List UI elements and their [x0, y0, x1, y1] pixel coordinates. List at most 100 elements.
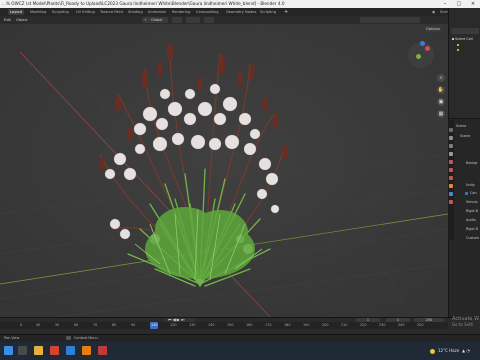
properties-header: Scene [456, 124, 467, 128]
close-icon[interactable]: × [466, 0, 480, 8]
3d-viewport[interactable]: ⌕ ✋ ▣ ▦ [0, 24, 448, 317]
frame-tick: 140 [208, 323, 215, 327]
tray-icons[interactable]: ▲ ◔ [462, 348, 470, 353]
tab-scripting[interactable]: Scripting [258, 9, 278, 15]
weather-icon[interactable] [430, 349, 435, 354]
window-title: ...% OWCZ (st Model\Plants\Fi_Ready to U… [2, 1, 285, 6]
properties-section[interactable]: Can [470, 191, 477, 195]
frame-tick: 70 [93, 323, 98, 327]
outliner-item[interactable]: Scene Coll [455, 37, 473, 41]
tab-compositing[interactable]: Compositing [194, 9, 221, 15]
status-context-menu: Context Menu [74, 336, 98, 340]
options-dropdown[interactable]: Options [424, 26, 442, 32]
camera-icon[interactable]: ▣ [437, 98, 445, 106]
properties-section[interactable]: Rigid D [466, 227, 478, 231]
properties-section[interactable]: Custom [466, 236, 479, 240]
app-icon[interactable] [50, 346, 59, 355]
proportional-edit-icon[interactable] [204, 17, 214, 23]
frame-tick: 90 [131, 323, 136, 327]
frame-tick: 160 [246, 323, 253, 327]
tool-tab-icon[interactable] [449, 128, 453, 132]
maximize-icon[interactable]: □ [452, 0, 466, 8]
tab-rendering[interactable]: Rendering [170, 9, 192, 15]
pan-hand-icon[interactable]: ✋ [437, 86, 445, 94]
frame-tick: 130 [189, 323, 196, 327]
app-icon[interactable] [66, 346, 75, 355]
frame-tick: 40 [36, 323, 41, 327]
outliner-filter-input[interactable] [451, 28, 479, 34]
grid-icon[interactable]: ▦ [437, 110, 445, 118]
tab-sculpting[interactable]: Sculpting [50, 9, 71, 15]
mouse-icon [66, 336, 71, 340]
title-bar: ...% OWCZ (st Model\Plants\Fi_Ready to U… [0, 0, 480, 8]
properties-section[interactable]: Rigid B [466, 209, 478, 213]
scene-icon[interactable]: ◉ [430, 9, 437, 15]
render-tab-icon[interactable] [449, 136, 453, 140]
search-icon[interactable] [18, 346, 27, 355]
activate-line2: Go to Setti [452, 322, 474, 327]
tab-uv-editing[interactable]: UV Editing [74, 9, 97, 15]
frame-tick: 190 [303, 323, 310, 327]
tab-modeling[interactable]: Modeling [28, 9, 48, 15]
weather-text[interactable]: 12°C Haze [438, 348, 459, 353]
status-pan-view: Pan View [4, 336, 20, 340]
plant-grass-mass [145, 207, 255, 279]
current-frame-marker[interactable]: 110 [150, 322, 159, 329]
frame-tick: 240 [398, 323, 405, 327]
properties-section[interactable]: Scene [460, 134, 470, 138]
properties-field[interactable]: Backgr [466, 161, 478, 165]
frame-tick: 200 [322, 323, 329, 327]
object-tab-icon[interactable] [449, 184, 453, 188]
checkbox-checked[interactable] [465, 192, 468, 195]
gizmo-y-axis-icon[interactable] [416, 54, 421, 59]
activate-windows-watermark: Activate W Go to Setti [452, 316, 479, 328]
frame-tick: 150 [227, 323, 234, 327]
mode-menu[interactable]: Edit [4, 17, 11, 23]
zoom-icon[interactable]: ⌕ [437, 74, 445, 82]
frame-tick: 220 [360, 323, 367, 327]
tab-animation[interactable]: Animation [146, 9, 168, 15]
app-icon[interactable] [98, 346, 107, 355]
viewport-scene [0, 24, 448, 317]
add-workspace-icon[interactable]: + [282, 9, 290, 15]
frame-tick: 50 [55, 323, 60, 327]
properties-tabs [448, 120, 454, 240]
shading-toolbar[interactable] [360, 17, 420, 23]
frame-tick: 170 [265, 323, 272, 327]
frame-tick: 80 [112, 323, 117, 327]
frame-tick: 0 [20, 323, 23, 327]
object-icon [457, 44, 459, 46]
pivot-icon[interactable] [172, 17, 182, 23]
collection-tab-icon[interactable] [449, 176, 453, 180]
tab-texture-paint[interactable]: Texture Paint [98, 9, 125, 15]
collection-icon [452, 38, 454, 40]
file-explorer-icon[interactable] [34, 346, 43, 355]
scene-tab-icon[interactable] [449, 160, 453, 164]
modifier-tab-icon[interactable] [449, 192, 453, 196]
outliner-panel: Scene Coll [448, 8, 480, 118]
frame-tick: 250 [417, 323, 424, 327]
properties-section[interactable]: Audio [466, 218, 476, 222]
frame-tick: 60 [74, 323, 79, 327]
tab-layout[interactable]: Layout [8, 9, 25, 15]
frame-tick: 230 [379, 323, 386, 327]
snap-icon[interactable] [186, 17, 200, 23]
start-icon[interactable] [4, 346, 13, 355]
minimize-icon[interactable]: – [438, 0, 452, 8]
object-menu[interactable]: Object [16, 17, 28, 23]
tab-geometry-nodes[interactable]: Geometry Nodes [224, 9, 258, 15]
frame-tick: 210 [341, 323, 348, 327]
view-layer-tab-icon[interactable] [449, 152, 453, 156]
properties-section[interactable]: Unity [466, 183, 475, 187]
frame-tick: 180 [284, 323, 291, 327]
object-icon [457, 49, 459, 51]
blender-icon[interactable] [82, 346, 91, 355]
axis-icon: ⊹ [144, 18, 148, 22]
world-tab-icon[interactable] [449, 168, 453, 172]
properties-section[interactable]: Simula [466, 200, 478, 204]
gizmo-x-axis-icon[interactable] [425, 46, 430, 51]
output-tab-icon[interactable] [449, 144, 453, 148]
tab-shading[interactable]: Shading [126, 9, 145, 15]
particles-tab-icon[interactable] [449, 200, 453, 204]
gizmo-z-axis-icon[interactable] [420, 41, 425, 46]
